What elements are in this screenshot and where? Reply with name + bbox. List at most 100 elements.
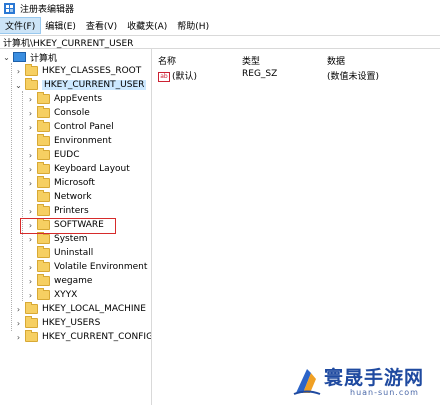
tree-item-console[interactable]: › Console <box>26 106 90 120</box>
tree-item-system[interactable]: › System <box>26 232 88 246</box>
tree-item-label: Printers <box>54 206 89 216</box>
folder-icon <box>37 274 50 286</box>
expand-chevron-icon[interactable]: › <box>26 291 35 300</box>
tree-item-printers[interactable]: › Printers <box>26 204 89 218</box>
expand-chevron-icon[interactable]: › <box>14 319 23 328</box>
column-header-type[interactable]: 类型 <box>242 54 260 67</box>
tree-item-environment[interactable]: Environment <box>26 134 111 148</box>
expand-chevron-icon[interactable]: › <box>26 109 35 118</box>
tree-item-label: 计算机 <box>30 53 58 64</box>
collapse-chevron-icon[interactable]: ⌄ <box>14 81 23 90</box>
folder-icon <box>25 64 38 76</box>
tree-item-label: System <box>54 234 88 244</box>
tree-item-control-panel[interactable]: › Control Panel <box>26 120 114 134</box>
menu-favorites[interactable]: 收藏夹(A) <box>122 18 172 33</box>
menu-bar: 文件(F) 编辑(E) 查看(V) 收藏夹(A) 帮助(H) <box>0 16 440 34</box>
tree-item-computer[interactable]: ⌄ 计算机 <box>2 50 57 64</box>
registry-editor-icon <box>4 3 15 14</box>
folder-icon <box>37 162 50 174</box>
expand-chevron-icon[interactable]: › <box>26 179 35 188</box>
tree-item-hklm[interactable]: › HKEY_LOCAL_MACHINE <box>14 302 146 316</box>
folder-icon <box>37 106 50 118</box>
expand-chevron-icon[interactable]: › <box>26 123 35 132</box>
folder-icon <box>25 78 38 90</box>
folder-icon <box>25 330 38 342</box>
folder-icon <box>37 190 50 202</box>
folder-icon <box>37 204 50 216</box>
expand-chevron-icon[interactable]: › <box>14 67 23 76</box>
folder-icon <box>25 302 38 314</box>
tree-item-label: Control Panel <box>54 122 114 132</box>
title-bar: 注册表编辑器 <box>0 0 440 17</box>
tree-item-keyboard-layout[interactable]: › Keyboard Layout <box>26 162 130 176</box>
tree-item-label: XYYX <box>54 290 78 300</box>
expand-chevron-icon[interactable]: › <box>26 95 35 104</box>
menu-view[interactable]: 查看(V) <box>81 18 122 33</box>
tree-item-label: Network <box>54 192 92 202</box>
tree-item-label: HKEY_CURRENT_CONFIG <box>42 332 152 342</box>
tree-item-xyyx[interactable]: › XYYX <box>26 288 77 302</box>
values-pane[interactable]: 名称 类型 数据 ab (默认) REG_SZ (数值未设置) <box>152 49 440 405</box>
folder-icon <box>37 120 50 132</box>
site-watermark: 寰晟手游网 huan-sun.com <box>292 361 437 403</box>
address-bar[interactable]: 计算机\HKEY_CURRENT_USER <box>0 35 440 49</box>
menu-file[interactable]: 文件(F) <box>0 16 42 34</box>
value-data: (数值未设置) <box>327 72 380 82</box>
string-value-icon: ab <box>158 71 170 82</box>
tree-item-hkcu[interactable]: ⌄ HKEY_CURRENT_USER <box>14 78 147 92</box>
expand-chevron-icon[interactable]: › <box>26 165 35 174</box>
tree-item-uninstall[interactable]: Uninstall <box>26 246 93 260</box>
folder-icon <box>37 148 50 160</box>
tree-item-label: Microsoft <box>54 178 95 188</box>
value-name: (默认) <box>172 72 198 82</box>
watermark-logo-icon <box>293 369 321 395</box>
tree-item-microsoft[interactable]: › Microsoft <box>26 176 95 190</box>
folder-icon <box>37 288 50 300</box>
expand-chevron-icon[interactable]: › <box>26 235 35 244</box>
tree-item-label: AppEvents <box>54 94 103 104</box>
tree-item-label: EUDC <box>54 150 80 160</box>
expand-chevron-icon[interactable]: › <box>26 207 35 216</box>
folder-icon <box>37 134 50 146</box>
tree-item-hku[interactable]: › HKEY_USERS <box>14 316 100 330</box>
expand-chevron-icon[interactable]: › <box>14 333 23 342</box>
folder-icon <box>25 316 38 328</box>
tree-item-label: Uninstall <box>54 248 94 258</box>
tree-item-label: HKEY_LOCAL_MACHINE <box>42 304 146 314</box>
column-header-data[interactable]: 数据 <box>327 54 345 67</box>
value-name-cell: ab (默认) <box>158 69 197 82</box>
value-row[interactable]: ab (默认) REG_SZ (数值未设置) <box>152 69 440 83</box>
value-type: REG_SZ <box>242 69 278 79</box>
address-path[interactable]: 计算机\HKEY_CURRENT_USER <box>3 36 133 49</box>
tree-item-hkcc[interactable]: › HKEY_CURRENT_CONFIG <box>14 330 152 344</box>
folder-icon <box>37 176 50 188</box>
menu-help[interactable]: 帮助(H) <box>172 18 214 33</box>
tree-guide-line <box>11 63 12 331</box>
expand-chevron-icon[interactable]: › <box>26 151 35 160</box>
folder-icon <box>37 260 50 272</box>
tree-item-label: HKEY_USERS <box>42 318 101 328</box>
folder-icon <box>37 246 50 258</box>
folder-icon <box>37 232 50 244</box>
tree-item-network[interactable]: Network <box>26 190 92 204</box>
expand-chevron-icon[interactable]: › <box>26 277 35 286</box>
tree-item-label: Console <box>54 108 90 118</box>
watermark-text: 寰晟手游网 <box>324 367 425 389</box>
computer-icon <box>13 52 26 62</box>
tree-item-label: Environment <box>54 136 112 146</box>
tree-item-eudc[interactable]: › EUDC <box>26 148 80 162</box>
expand-chevron-icon[interactable]: › <box>26 263 35 272</box>
tree-item-appevents[interactable]: › AppEvents <box>26 92 102 106</box>
tree-guide-line <box>22 91 23 301</box>
tree-item-wegame[interactable]: › wegame <box>26 274 92 288</box>
menu-edit[interactable]: 编辑(E) <box>40 18 81 33</box>
software-highlight-box <box>20 218 116 234</box>
tree-item-volatile-environment[interactable]: › Volatile Environment <box>26 260 147 274</box>
tree-item-hkcr[interactable]: › HKEY_CLASSES_ROOT <box>14 64 141 78</box>
watermark-domain: huan-sun.com <box>350 388 419 397</box>
collapse-chevron-icon[interactable]: ⌄ <box>2 53 11 62</box>
tree-item-label: wegame <box>54 276 93 286</box>
column-header-name[interactable]: 名称 <box>158 54 176 67</box>
tree-item-label: HKEY_CURRENT_USER <box>42 80 147 90</box>
expand-chevron-icon[interactable]: › <box>14 305 23 314</box>
